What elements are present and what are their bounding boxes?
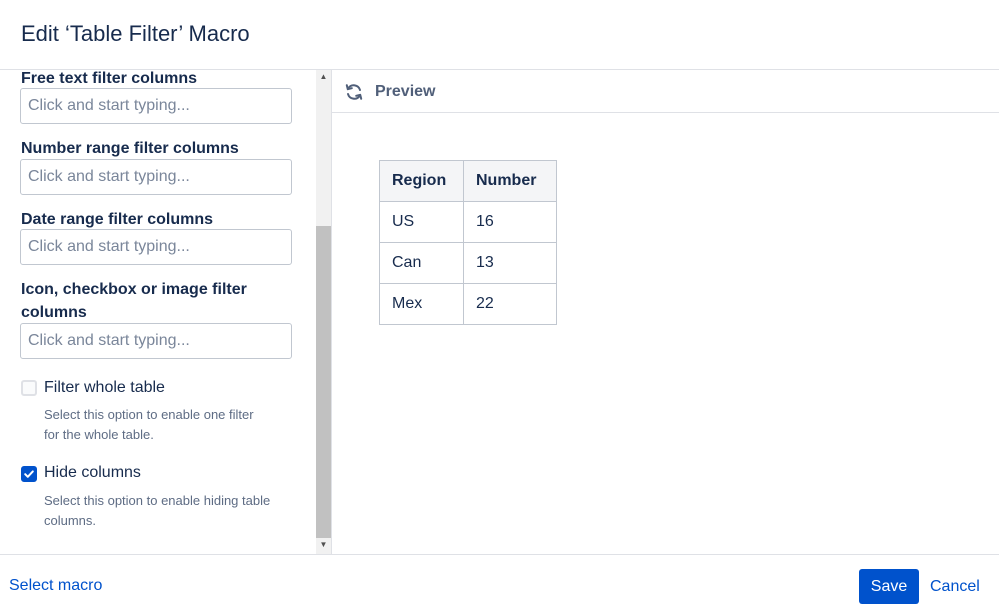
hide-columns-label[interactable]: Hide columns xyxy=(44,464,141,482)
table-cell: US xyxy=(379,201,464,243)
table-header-row: Region Number xyxy=(379,160,557,202)
scroll-down-arrow-icon[interactable]: ▼ xyxy=(316,538,331,552)
settings-scrollbar[interactable]: ▲ ▼ xyxy=(316,70,331,554)
cancel-button[interactable]: Cancel xyxy=(924,569,986,604)
icon-filter-input[interactable] xyxy=(20,323,292,359)
refresh-icon[interactable] xyxy=(344,82,364,102)
hide-columns-desc-line2: columns. xyxy=(44,513,97,528)
filter-whole-table-checkbox[interactable] xyxy=(21,380,37,396)
table-cell: 22 xyxy=(463,283,557,325)
free-text-input[interactable] xyxy=(20,88,292,124)
table-row: Mex 22 xyxy=(379,283,557,325)
filter-whole-table-label[interactable]: Filter whole table xyxy=(44,379,165,397)
hide-columns-checkbox[interactable] xyxy=(21,466,37,482)
table-row: Can 13 xyxy=(379,242,557,284)
panel-divider xyxy=(331,70,332,554)
table-cell: 13 xyxy=(463,242,557,284)
table-cell: 16 xyxy=(463,201,557,243)
icon-filter-label-line2: columns xyxy=(21,304,87,321)
select-macro-link[interactable]: Select macro xyxy=(9,577,102,595)
preview-label: Preview xyxy=(375,83,436,100)
number-range-input[interactable] xyxy=(20,159,292,195)
table-header-number: Number xyxy=(463,160,557,202)
settings-panel: Free text filter columns Number range fi… xyxy=(0,70,316,554)
scroll-up-arrow-icon[interactable]: ▲ xyxy=(316,70,331,84)
number-range-label: Number range filter columns xyxy=(21,140,239,157)
table-row: US 16 xyxy=(379,201,557,243)
checkmark-icon xyxy=(24,470,34,478)
icon-filter-label-line1: Icon, checkbox or image filter xyxy=(21,281,247,298)
dialog-header: Edit ‘Table Filter’ Macro xyxy=(0,0,999,70)
dialog-title: Edit ‘Table Filter’ Macro xyxy=(21,21,250,46)
preview-header: Preview xyxy=(332,70,999,113)
dialog-footer: Select macro Save Cancel xyxy=(0,554,999,610)
date-range-input[interactable] xyxy=(20,229,292,265)
filter-whole-table-desc-line2: for the whole table. xyxy=(44,427,154,442)
scroll-thumb[interactable] xyxy=(316,226,331,538)
preview-table: Region Number US 16 Can 13 Mex 22 xyxy=(379,160,557,325)
free-text-label: Free text filter columns xyxy=(21,70,198,87)
table-cell: Mex xyxy=(379,283,464,325)
filter-whole-table-desc-line1: Select this option to enable one filter xyxy=(44,407,254,422)
save-button[interactable]: Save xyxy=(859,569,919,604)
date-range-label: Date range filter columns xyxy=(21,211,214,228)
table-cell: Can xyxy=(379,242,464,284)
table-header-region: Region xyxy=(379,160,464,202)
hide-columns-desc-line1: Select this option to enable hiding tabl… xyxy=(44,493,271,508)
